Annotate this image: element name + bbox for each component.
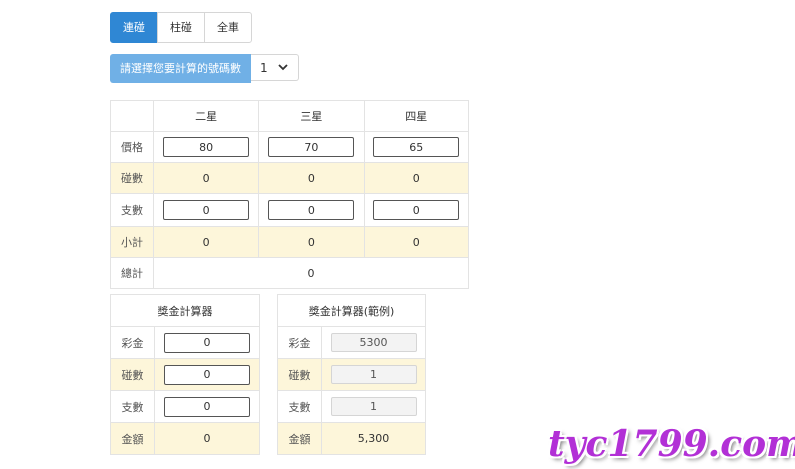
header-two-star: 二星 (152, 100, 260, 132)
prize-calc-combos-label: 碰數 (110, 358, 155, 391)
units-label: 支數 (110, 193, 154, 227)
combos-row: 碰數 0 0 0 (110, 162, 470, 194)
prize-calc-amount-label: 金額 (110, 422, 155, 455)
price-cell-two-star (152, 131, 260, 163)
header-four-star: 四星 (363, 100, 470, 132)
prize-example-combos-cell (321, 358, 426, 391)
total-label: 總計 (110, 257, 154, 289)
number-count-label: 請選擇您要計算的號碼數 (110, 54, 251, 83)
combos-label: 碰數 (110, 162, 154, 194)
prize-calc-combos-input[interactable] (164, 364, 250, 385)
subtotal-three-star: 0 (258, 226, 365, 258)
prize-example-prize-row: 彩金 (277, 326, 426, 359)
prize-example-prize-label: 彩金 (277, 326, 322, 359)
prize-calc-combos-row: 碰數 (110, 358, 260, 391)
prize-calc-units-row: 支數 (110, 390, 260, 423)
units-input-two-star[interactable] (163, 200, 250, 220)
price-label: 價格 (110, 131, 154, 163)
price-input-four-star[interactable] (373, 137, 460, 157)
combos-three-star: 0 (258, 162, 365, 194)
prize-calc-prize-label: 彩金 (110, 326, 155, 359)
combos-two-star: 0 (152, 162, 260, 194)
prize-example-amount-value: 5,300 (321, 422, 426, 455)
number-count-value: 1 (260, 60, 268, 75)
total-row: 總計 0 (110, 257, 470, 289)
star-price-table: 二星 三星 四星 價格 碰數 0 0 0 支數 小計 0 0 0 總計 0 (110, 100, 470, 289)
watermark-text: tyc1799.com (548, 423, 795, 465)
price-input-two-star[interactable] (163, 137, 250, 157)
prize-calc-prize-row: 彩金 (110, 326, 260, 359)
prize-example-combos-row: 碰數 (277, 358, 426, 391)
price-input-three-star[interactable] (268, 137, 355, 157)
prize-example-combos-field (330, 365, 417, 384)
tab-quanche[interactable]: 全車 (204, 12, 252, 43)
prize-calc-amount-row: 金額 0 (110, 422, 260, 455)
prize-example-table: 獎金計算器(範例) 彩金 碰數 支數 金額 5,300 (277, 294, 426, 455)
prize-calc-units-input[interactable] (164, 396, 250, 417)
prize-example-units-cell (321, 390, 426, 423)
price-row: 價格 (110, 131, 470, 163)
prize-example-amount-row: 金額 5,300 (277, 422, 426, 455)
prize-example-prize-cell (321, 326, 426, 359)
number-count-select[interactable]: 1 (251, 54, 299, 81)
total-value: 0 (152, 257, 470, 289)
prize-example-units-field (330, 397, 417, 416)
tab-zhupeng[interactable]: 柱碰 (157, 12, 205, 43)
prize-calc-amount-value: 0 (154, 422, 260, 455)
prize-example-prize-field (330, 333, 417, 352)
tab-lianpeng[interactable]: 連碰 (110, 12, 158, 43)
units-input-four-star[interactable] (373, 200, 460, 220)
prize-calc-prize-cell (154, 326, 260, 359)
header-empty-cell (110, 100, 154, 132)
combos-four-star: 0 (363, 162, 470, 194)
prize-calc-combos-cell (154, 358, 260, 391)
price-cell-four-star (363, 131, 470, 163)
units-cell-two-star (152, 193, 260, 227)
units-cell-four-star (363, 193, 470, 227)
prize-calc-title: 獎金計算器 (110, 294, 260, 327)
subtotal-label: 小計 (110, 226, 154, 258)
number-count-select-row: 請選擇您要計算的號碼數 1 (110, 54, 299, 83)
prize-example-units-row: 支數 (277, 390, 426, 423)
units-cell-three-star (258, 193, 365, 227)
table-header-row: 二星 三星 四星 (110, 100, 470, 132)
units-row: 支數 (110, 193, 470, 227)
subtotal-four-star: 0 (363, 226, 470, 258)
prize-example-header-row: 獎金計算器(範例) (277, 294, 426, 327)
subtotal-row: 小計 0 0 0 (110, 226, 470, 258)
prize-calculator-table: 獎金計算器 彩金 碰數 支數 金額 0 (110, 294, 260, 455)
prize-calc-units-cell (154, 390, 260, 423)
prize-example-combos-label: 碰數 (277, 358, 322, 391)
chevron-down-icon (278, 61, 288, 74)
prize-example-amount-label: 金額 (277, 422, 322, 455)
subtotal-two-star: 0 (152, 226, 260, 258)
prize-calc-prize-input[interactable] (164, 332, 250, 353)
prize-example-title: 獎金計算器(範例) (277, 294, 426, 327)
header-three-star: 三星 (258, 100, 365, 132)
prize-calc-units-label: 支數 (110, 390, 155, 423)
units-input-three-star[interactable] (268, 200, 355, 220)
mode-tabs: 連碰 柱碰 全車 (110, 12, 252, 43)
prize-calc-header-row: 獎金計算器 (110, 294, 260, 327)
price-cell-three-star (258, 131, 365, 163)
prize-example-units-label: 支數 (277, 390, 322, 423)
